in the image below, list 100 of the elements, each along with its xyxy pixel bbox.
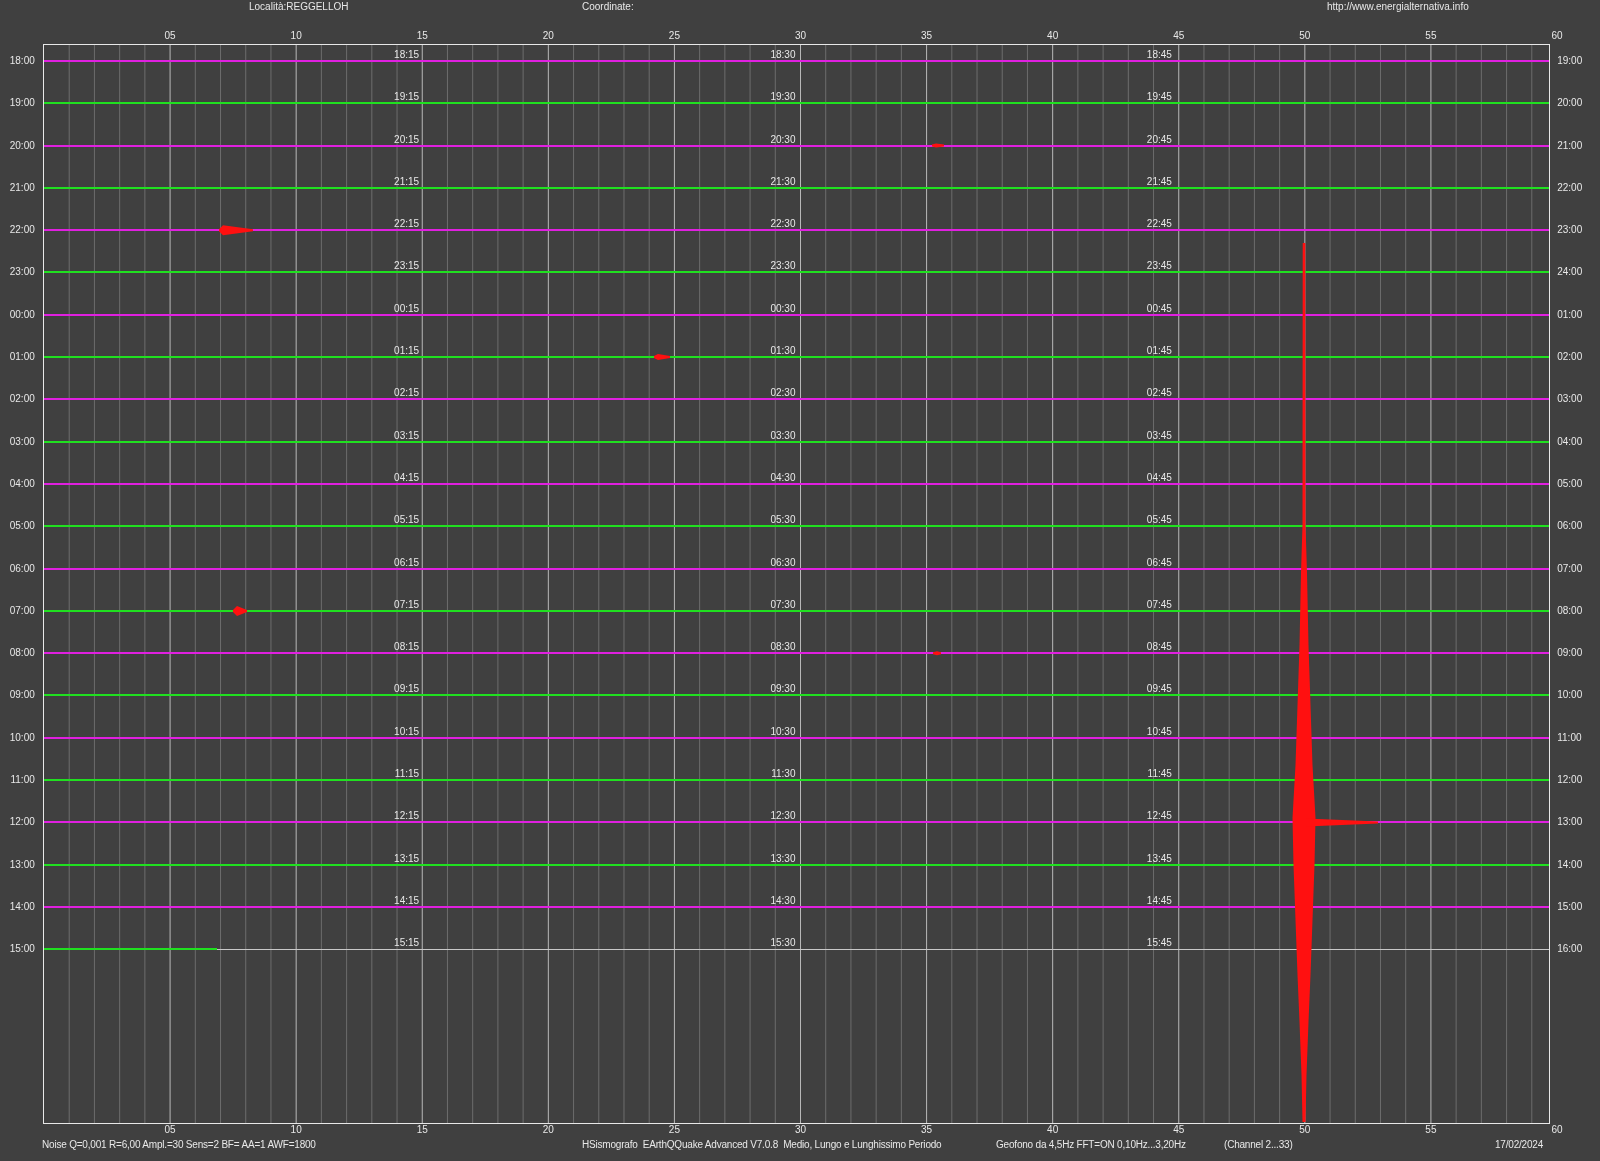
minute-tick-label: 25 (668, 30, 680, 42)
quarter-time-label: 13:15 (393, 852, 421, 864)
quarter-time-label: 06:15 (393, 556, 421, 568)
quarter-time-label: 08:45 (1145, 641, 1173, 653)
hour-label: 20:00 (9, 139, 35, 151)
minute-tick-label: 15 (416, 30, 428, 42)
signal-burst (218, 225, 253, 236)
hour-label: 04:00 (9, 477, 35, 489)
quarter-time-label: 21:30 (769, 175, 797, 187)
location-label: Località:REGGELLOH (249, 1, 350, 13)
quarter-time-label: 12:45 (1145, 810, 1173, 822)
quarter-time-label: 22:15 (393, 218, 421, 230)
quarter-time-label: 19:15 (393, 91, 421, 103)
quarter-time-label: 23:15 (393, 260, 421, 272)
quarter-time-label: 03:45 (1145, 429, 1173, 441)
hour-label: 03:00 (9, 435, 35, 447)
quarter-time-label: 04:15 (393, 471, 421, 483)
quarter-time-label: 00:30 (769, 302, 797, 314)
quarter-time-label: 20:15 (393, 133, 421, 145)
quarter-time-label: 22:30 (769, 218, 797, 230)
minute-tick-label: 35 (921, 30, 933, 42)
hour-label: 14:00 (9, 900, 35, 912)
program-info: HSismografo EArthQQuake Advanced V7.0.8 Medio, Lungo e Lunghissimo Periodo (582, 1139, 943, 1151)
minute-tick-label: 55 (1425, 30, 1437, 42)
minute-tick-label: 50 (1299, 30, 1311, 42)
quarter-time-label: 21:15 (393, 175, 421, 187)
quarter-time-label: 22:45 (1145, 218, 1173, 230)
quarter-time-label: 00:45 (1145, 302, 1173, 314)
minute-tick-label: 05 (164, 1124, 176, 1136)
quarter-time-label: 04:30 (769, 471, 797, 483)
hour-label: 20:00 (1557, 97, 1583, 109)
quarter-time-label: 01:45 (1145, 345, 1173, 357)
hour-label: 01:00 (9, 351, 35, 363)
minute-tick-label: 05 (164, 30, 176, 42)
hour-label: 03:00 (1557, 393, 1583, 405)
quarter-time-label: 06:45 (1145, 556, 1173, 568)
minute-tick-label: 35 (921, 1124, 933, 1136)
signal-burst (931, 143, 944, 148)
hour-label: 06:00 (1557, 520, 1583, 532)
quarter-time-label: 19:30 (769, 91, 797, 103)
quarter-time-label: 15:30 (769, 937, 797, 949)
quarter-time-label: 02:15 (393, 387, 421, 399)
hour-label: 02:00 (9, 393, 35, 405)
minute-tick-label: 45 (1173, 1124, 1185, 1136)
quarter-time-label: 23:45 (1145, 260, 1173, 272)
quarter-time-label: 00:15 (393, 302, 421, 314)
hour-label: 07:00 (1557, 562, 1583, 574)
quarter-time-label: 02:45 (1145, 387, 1173, 399)
quarter-time-label: 18:15 (393, 49, 421, 60)
signal-burst (932, 651, 941, 656)
minute-tick-label: 15 (416, 1124, 428, 1136)
hour-label: 11:00 (10, 774, 35, 786)
hour-label: 18:00 (9, 55, 35, 66)
hour-label: 10:00 (9, 731, 35, 743)
minute-tick-label: 40 (1047, 30, 1059, 42)
quarter-time-label: 11:30 (770, 768, 797, 780)
quarter-time-label: 13:30 (769, 852, 797, 864)
hour-label: 22:00 (1557, 181, 1583, 193)
minute-tick-label: 60 (1551, 30, 1563, 42)
hour-label: 21:00 (1557, 139, 1583, 151)
channel-info: (Channel 2...33) (1224, 1139, 1294, 1151)
quarter-time-label: 09:30 (769, 683, 797, 695)
quarter-time-label: 09:45 (1145, 683, 1173, 695)
quarter-time-label: 05:30 (769, 514, 797, 526)
hour-label: 02:00 (1557, 351, 1583, 363)
quarter-time-label: 15:45 (1145, 937, 1173, 949)
hour-label: 23:00 (1557, 224, 1583, 236)
quarter-time-label: 20:30 (769, 133, 797, 145)
hour-label: 14:00 (1557, 858, 1583, 870)
hour-label: 09:00 (9, 689, 35, 701)
quarter-time-label: 12:30 (769, 810, 797, 822)
quarter-time-label: 14:15 (393, 894, 421, 906)
hour-label: 00:00 (9, 308, 35, 320)
hour-label: 05:00 (9, 520, 35, 532)
quarter-time-label: 10:45 (1145, 725, 1173, 737)
coordinates-label: Coordinate: (582, 1, 635, 13)
quarter-time-label: 02:30 (769, 387, 797, 399)
website-url: http://www.energialternativa.info (1327, 1, 1470, 13)
quarter-time-label: 23:30 (769, 260, 797, 272)
hour-label: 15:00 (9, 943, 35, 955)
hour-label: 11:00 (1557, 731, 1582, 743)
settings-info: Noise Q=0,001 R=6,00 Ampl.=30 Sens=2 BF= AA=1 AWF=1800 (42, 1139, 317, 1151)
minute-tick-label: 30 (794, 1124, 807, 1136)
quarter-time-label: 04:45 (1145, 471, 1173, 483)
quarter-time-label: 11:15 (393, 768, 421, 780)
quarter-time-label: 13:45 (1145, 852, 1173, 864)
hour-label: 07:00 (9, 604, 35, 616)
quarter-time-label: 10:30 (769, 725, 797, 737)
hour-label: 08:00 (1557, 604, 1583, 616)
quarter-time-label: 14:30 (769, 894, 797, 906)
hour-label: 23:00 (9, 266, 35, 278)
signal-burst (232, 605, 247, 616)
minute-tick-label: 20 (542, 30, 554, 42)
quarter-time-label: 08:30 (769, 641, 797, 653)
hour-label: 08:00 (9, 647, 35, 659)
hour-label: 01:00 (1557, 308, 1583, 320)
quarter-time-label: 03:30 (769, 429, 797, 441)
hour-label: 13:00 (9, 858, 35, 870)
hour-label: 12:00 (1557, 774, 1583, 786)
minute-tick-label: 45 (1173, 30, 1185, 42)
